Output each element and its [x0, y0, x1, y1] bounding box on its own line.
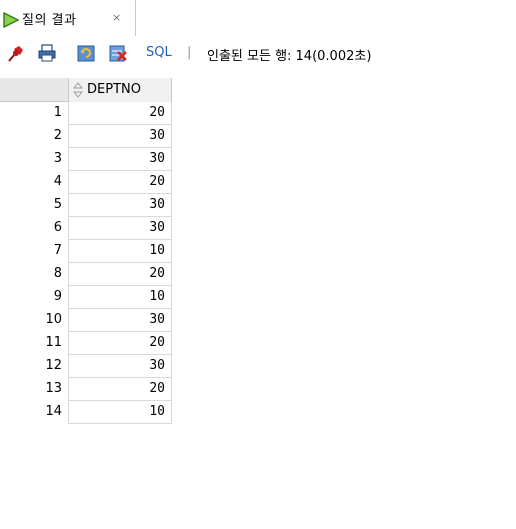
refresh-icon[interactable] [76, 43, 96, 63]
table-row[interactable]: 3 30 [0, 148, 172, 171]
table-row[interactable]: 11 20 [0, 332, 172, 355]
table-row[interactable]: 14 10 [0, 401, 172, 424]
column-header-deptno[interactable]: DEPTNO [68, 78, 172, 102]
deptno-cell[interactable]: 20 [68, 263, 172, 286]
row-number: 10 [45, 312, 62, 327]
table-row[interactable]: 6 30 [0, 217, 172, 240]
deptno-cell[interactable]: 30 [68, 309, 172, 332]
row-number: 7 [53, 243, 62, 258]
table-row[interactable]: 4 20 [0, 171, 172, 194]
column-header-label: DEPTNO [87, 82, 141, 97]
toolbar-separator: | [187, 45, 192, 60]
result-grid: DEPTNO 1 20 2 30 3 30 4 20 5 30 6 30 7 1… [0, 78, 516, 529]
deptno-cell[interactable]: 20 [68, 332, 172, 355]
row-number: 1 [53, 105, 62, 120]
table-row[interactable]: 1 20 [0, 102, 172, 125]
table-row[interactable]: 12 30 [0, 355, 172, 378]
row-number: 11 [45, 335, 62, 350]
deptno-cell[interactable]: 10 [68, 401, 172, 424]
row-number: 14 [45, 404, 62, 419]
tab-title: 질의 결과 [22, 13, 77, 28]
row-number: 13 [45, 381, 62, 396]
deptno-cell[interactable]: 10 [68, 286, 172, 309]
deptno-cell[interactable]: 20 [68, 378, 172, 401]
table-row[interactable]: 7 10 [0, 240, 172, 263]
sql-link[interactable]: SQL [146, 45, 172, 60]
pin-icon[interactable] [6, 43, 26, 63]
result-tab-strip: 질의 결과 × [0, 0, 516, 38]
deptno-cell[interactable]: 20 [68, 171, 172, 194]
table-row[interactable]: 8 20 [0, 263, 172, 286]
query-result-tab[interactable]: 질의 결과 × [0, 0, 136, 36]
cancel-export-icon[interactable] [108, 43, 128, 63]
deptno-cell[interactable]: 30 [68, 217, 172, 240]
table-row[interactable]: 5 30 [0, 194, 172, 217]
grid-header: DEPTNO [0, 78, 172, 102]
row-number: 6 [53, 220, 62, 235]
fetch-status: 인출된 모든 행: 14(0.002초) [207, 49, 372, 64]
result-toolbar: SQL | 인출된 모든 행: 14(0.002초) [0, 36, 516, 72]
row-number: 2 [53, 128, 62, 143]
table-row[interactable]: 9 10 [0, 286, 172, 309]
deptno-cell[interactable]: 30 [68, 148, 172, 171]
close-icon[interactable]: × [112, 11, 121, 24]
row-number: 5 [53, 197, 62, 212]
row-number: 4 [53, 174, 62, 189]
table-row[interactable]: 10 30 [0, 309, 172, 332]
row-number: 3 [53, 151, 62, 166]
print-icon[interactable] [37, 43, 57, 63]
deptno-cell[interactable]: 10 [68, 240, 172, 263]
table-row[interactable]: 2 30 [0, 125, 172, 148]
row-number: 12 [45, 358, 62, 373]
row-number: 9 [53, 289, 62, 304]
deptno-cell[interactable]: 30 [68, 355, 172, 378]
row-number: 8 [53, 266, 62, 281]
sort-icon[interactable] [73, 82, 83, 98]
deptno-cell[interactable]: 30 [68, 125, 172, 148]
table-row[interactable]: 13 20 [0, 378, 172, 401]
play-icon [3, 12, 20, 28]
deptno-cell[interactable]: 20 [68, 102, 172, 125]
deptno-cell[interactable]: 30 [68, 194, 172, 217]
